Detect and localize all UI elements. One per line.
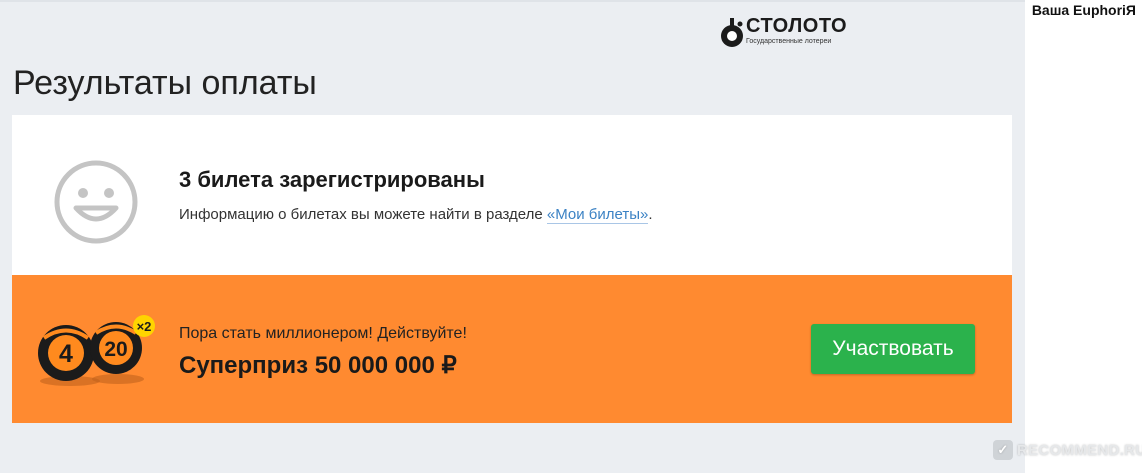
- logo-mark-icon: [721, 18, 743, 47]
- top-border: [0, 0, 1142, 2]
- lottery-balls-icon: 4 20 ×2: [38, 315, 155, 386]
- recommend-watermark: ✓ RECOMMEND.RU: [993, 440, 1142, 460]
- smiley-icon: [54, 160, 138, 244]
- logo-word: СТОЛОТО: [746, 15, 848, 37]
- watermark-top: Ваша EuphoriЯ: [1031, 2, 1136, 18]
- promo-headline: Суперприз 50 000 000 ₽: [179, 352, 457, 379]
- recommend-text: RECOMMEND.RU: [1017, 441, 1142, 459]
- multiplier-badge: ×2: [137, 319, 152, 334]
- ball-20: 20: [104, 338, 127, 361]
- stoloto-logo[interactable]: СТОЛОТО Государственные лотереи: [720, 16, 847, 50]
- my-tickets-link[interactable]: «Мои билеты»: [546, 206, 649, 224]
- promo-banner: 4 20 ×2 Пора стать миллионером! Действуй…: [12, 275, 1012, 423]
- result-info-end: .: [648, 206, 653, 223]
- result-title: 3 билета зарегистрированы: [179, 167, 485, 192]
- ball-4: 4: [59, 340, 73, 368]
- recommend-logo-icon: ✓: [993, 440, 1013, 460]
- result-card: 3 билета зарегистрированы Информацию о б…: [12, 115, 1012, 275]
- result-info-text: Информацию о билетах вы можете найти в р…: [179, 206, 547, 223]
- right-margin: [1025, 0, 1142, 473]
- participate-button[interactable]: Участвовать: [811, 324, 975, 374]
- result-info: Информацию о билетах вы можете найти в р…: [179, 206, 653, 224]
- logo-subtitle: Государственные лотереи: [746, 38, 832, 45]
- page-title: Результаты оплаты: [13, 64, 317, 102]
- promo-subtitle: Пора стать миллионером! Действуйте!: [179, 325, 467, 342]
